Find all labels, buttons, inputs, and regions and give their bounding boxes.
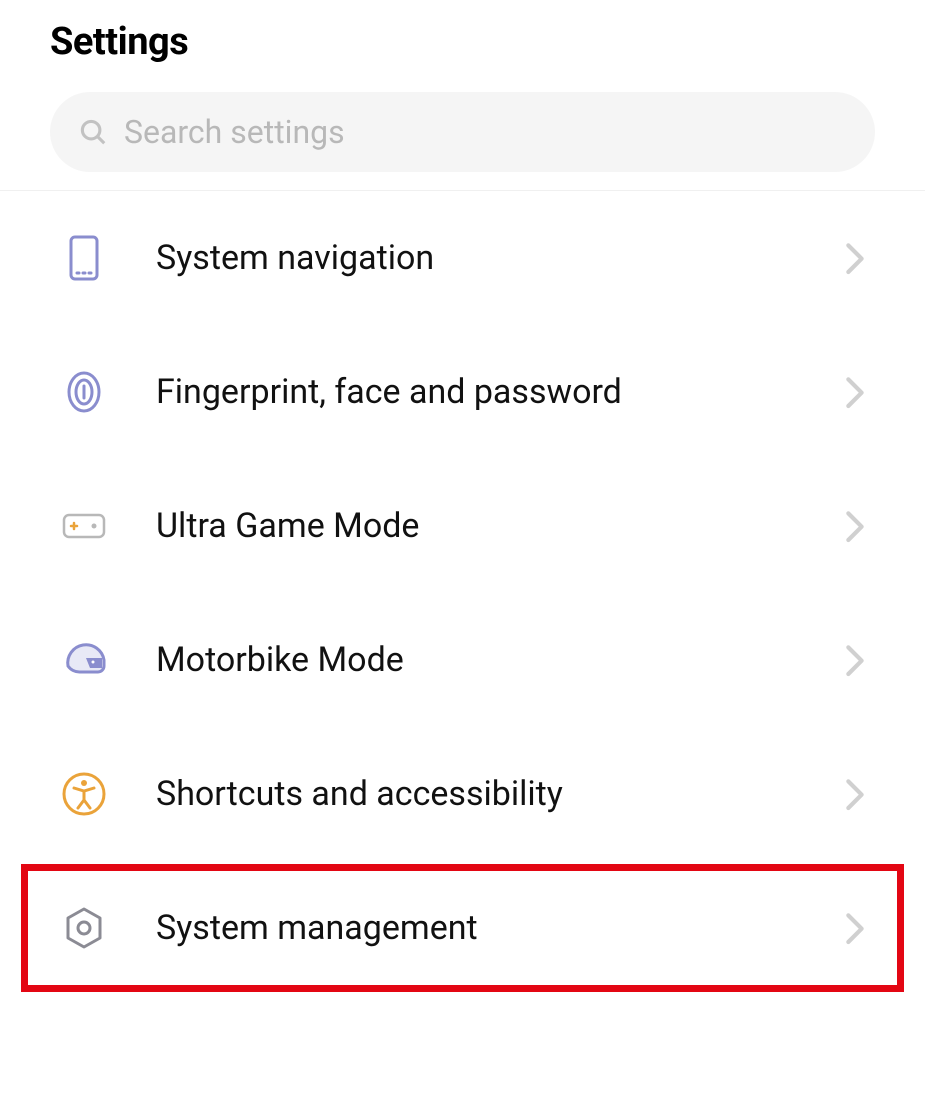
helmet-icon [60,636,108,684]
item-label: Shortcuts and accessibility [156,774,845,814]
accessibility-icon [60,770,108,818]
phone-icon [60,234,108,282]
search-icon [78,117,108,147]
fingerprint-icon [60,368,108,416]
game-icon [60,502,108,550]
chevron-right-icon [845,912,865,944]
chevron-right-icon [845,376,865,408]
search-wrapper [0,92,925,190]
settings-screen: Settings System na [0,0,925,1102]
page-title: Settings [50,20,875,64]
item-system-management[interactable]: System management [18,861,907,995]
header: Settings [0,0,925,92]
item-label: System navigation [156,238,845,278]
item-shortcuts-accessibility[interactable]: Shortcuts and accessibility [0,727,925,861]
item-motorbike-mode[interactable]: Motorbike Mode [0,593,925,727]
chevron-right-icon [845,242,865,274]
chevron-right-icon [845,510,865,542]
item-ultra-game-mode[interactable]: Ultra Game Mode [0,459,925,593]
item-system-navigation[interactable]: System navigation [0,191,925,325]
item-label: Fingerprint, face and password [156,372,845,412]
search-input[interactable] [124,113,847,151]
item-fingerprint-face-password[interactable]: Fingerprint, face and password [0,325,925,459]
chevron-right-icon [845,778,865,810]
chevron-right-icon [845,644,865,676]
item-label: Ultra Game Mode [156,506,845,546]
search-bar[interactable] [50,92,875,172]
item-label: System management [156,908,845,948]
gear-hex-icon [60,904,108,952]
settings-list: System navigation Fingerprint, face and … [0,191,925,995]
item-label: Motorbike Mode [156,640,845,680]
